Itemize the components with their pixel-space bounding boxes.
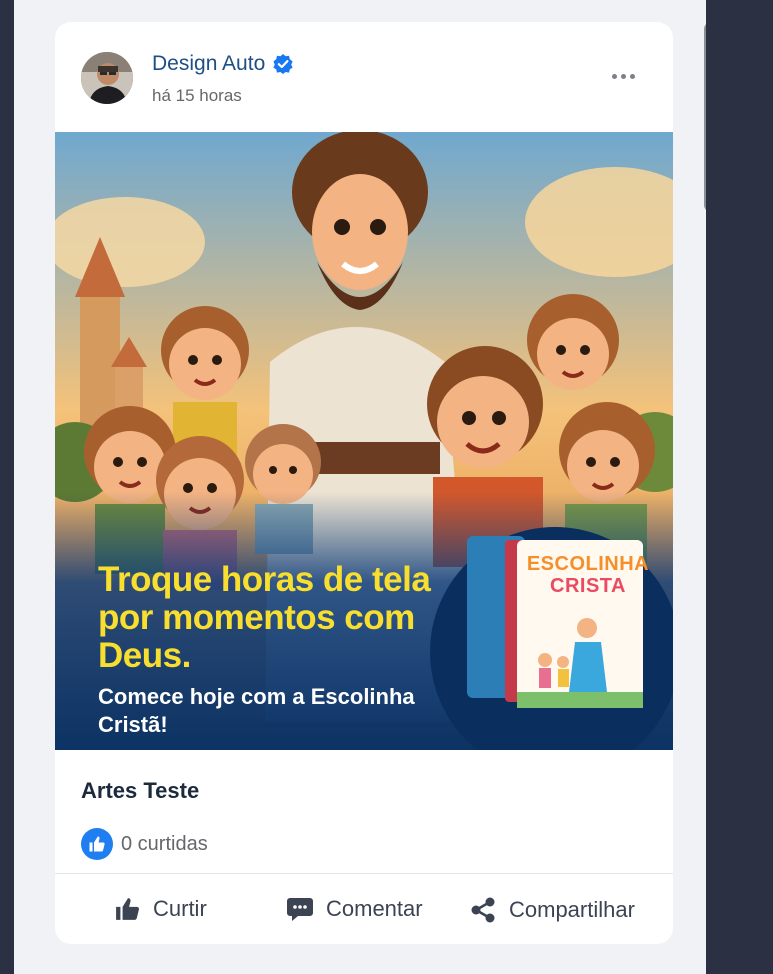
post-image[interactable]: Troque horas de tela por momentos com De… [55,132,673,750]
left-margin [0,0,14,974]
comment-button[interactable]: Comentar [286,896,423,922]
thumbs-up-icon [81,828,113,860]
likes-count: 0 curtidas [121,832,208,855]
post-caption: Artes Teste [81,778,200,803]
reaction-summary[interactable]: 0 curtidas [81,828,208,860]
author-row: Design Auto [152,52,293,76]
comment-icon [287,898,313,921]
like-button[interactable]: Curtir [115,896,207,922]
post-actions-bar: Curtir Comentar Compartilhar [55,878,673,944]
share-button-label: Compartilhar [509,897,635,922]
more-dot [629,73,635,79]
book-cover-title: ESCOLINHA CRISTA [523,553,653,597]
verified-badge-icon [273,54,293,74]
post-image-headline: Troque horas de tela por momentos com De… [98,560,431,675]
more-dot [620,73,626,79]
share-button[interactable]: Compartilhar [469,896,635,924]
scrollbar-thumb[interactable] [704,22,706,212]
feed-panel: Design Auto há 15 horas Troque horas de … [14,0,706,974]
book-title-line1: ESCOLINHA [526,553,650,575]
more-horizontal-icon [611,73,617,79]
avatar[interactable] [81,52,133,104]
post-card: Design Auto há 15 horas Troque horas de … [55,22,673,944]
post-timestamp[interactable]: há 15 horas [152,86,242,106]
thumbs-up-icon [116,898,140,920]
comment-button-label: Comentar [326,896,423,921]
like-button-label: Curtir [153,896,207,921]
share-icon [471,897,495,923]
more-options-button[interactable] [603,61,643,91]
post-image-subline: Comece hoje com a Escolinha Cristã! [98,684,415,737]
book-title-line2: CRISTA [550,575,626,597]
author-name[interactable]: Design Auto [152,52,265,76]
action-divider [55,873,673,874]
